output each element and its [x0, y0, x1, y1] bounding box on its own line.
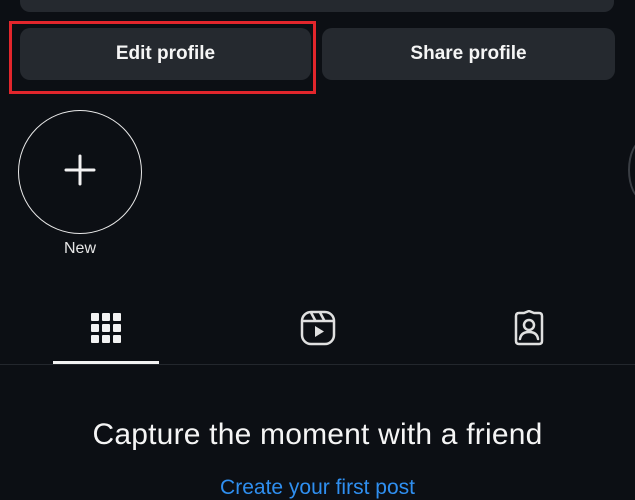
share-profile-label: Share profile [410, 43, 527, 64]
reels-icon [300, 310, 336, 351]
new-story-highlight-button[interactable] [18, 110, 142, 234]
tab-divider [0, 364, 635, 365]
edit-profile-label: Edit profile [115, 43, 216, 64]
new-highlight-label: New [63, 240, 96, 257]
share-profile-button[interactable]: Share profile [322, 28, 615, 80]
plus-icon [63, 153, 97, 192]
create-first-post-link[interactable]: Create your first post [0, 476, 635, 500]
tab-grid[interactable] [54, 300, 158, 360]
empty-state-title: Capture the moment with a friend [92, 418, 543, 451]
edit-profile-button[interactable]: Edit profile [20, 28, 311, 80]
tab-reels[interactable] [266, 300, 370, 360]
previous-section-bar [20, 0, 614, 12]
tab-tagged[interactable] [477, 300, 581, 360]
tagged-icon [511, 309, 547, 351]
next-highlight-partial [628, 140, 635, 200]
grid-icon [90, 312, 122, 349]
